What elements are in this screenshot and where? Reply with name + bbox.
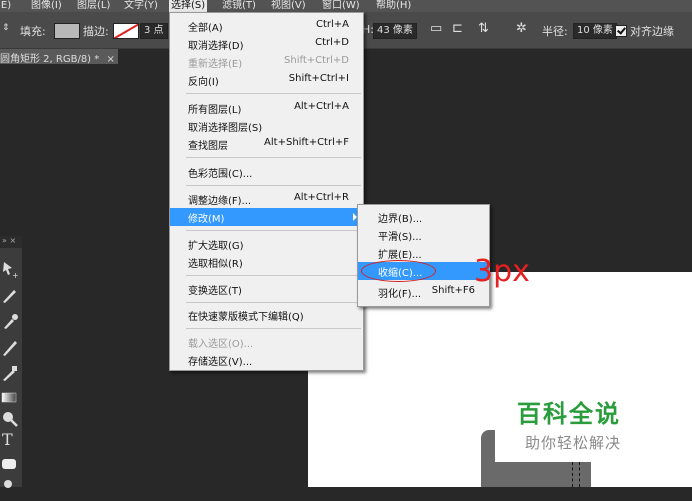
selection-marquee [572, 462, 580, 487]
hand-tool-icon[interactable] [0, 476, 20, 498]
menu-item-similar[interactable]: 选取相似(R) [170, 253, 363, 271]
menu-item-grow[interactable]: 扩大选取(G) [170, 235, 363, 253]
pencil-tool-icon[interactable] [0, 336, 20, 358]
menu-item-color-range[interactable]: 色彩范围(C)... [170, 163, 363, 181]
align-edges-checkbox[interactable] [615, 25, 627, 37]
menu-separator [186, 302, 361, 303]
stroke-label: 描边: [83, 25, 109, 38]
submenu-item-feather[interactable]: 羽化(F)... Shift+F6 [358, 283, 489, 301]
menu-separator [186, 275, 361, 276]
arrange-icon[interactable]: ⇅ [478, 21, 489, 36]
menu-item-load-selection[interactable]: 载入选区(O)... [170, 333, 363, 351]
shape-tool-icon[interactable] [0, 454, 20, 476]
document-title: 圆角矩形 2, RGB/8) * × [0, 54, 115, 65]
modify-submenu: 边界(B)... 平滑(S)... 扩展(E)... 收缩(C)... 羽化(F… [357, 204, 490, 307]
menu-filter[interactable]: 滤镜(T) [222, 0, 256, 12]
stroke-width-input[interactable]: 3 点 [140, 23, 168, 39]
menu-separator [186, 185, 361, 186]
watermark: 百科全说 助你轻松解决 [495, 392, 655, 462]
brush-tool-icon[interactable] [0, 284, 20, 306]
close-icon[interactable]: × [106, 54, 114, 65]
menu-separator [186, 93, 361, 94]
document-tab[interactable]: 圆角矩形 2, RGB/8) * × [0, 49, 118, 65]
menu-separator [186, 230, 361, 231]
align-edges-label: 对齐边缘 [630, 25, 674, 38]
path-ops-icon[interactable]: ▭ [430, 21, 442, 36]
menu-image[interactable]: 图像(I) [31, 0, 62, 12]
menu-item-quick-mask[interactable]: 在快速蒙版模式下编辑(Q) [170, 306, 363, 324]
stamp-tool-icon[interactable] [0, 362, 20, 384]
watermark-subtitle: 助你轻松解决 [525, 434, 622, 452]
menu-separator [186, 328, 361, 329]
gear-icon[interactable]: ✲ [516, 21, 527, 36]
radius-label: 半径: [542, 25, 568, 38]
menu-item-find-layers[interactable]: 查找图层 Alt+Shift+Ctrl+F [170, 135, 363, 153]
updown-icon[interactable]: ⇕ [2, 23, 10, 33]
menu-separator [186, 157, 361, 158]
radius-input[interactable]: 10 像素 [573, 23, 617, 39]
menu-window[interactable]: 窗口(W) [322, 0, 360, 12]
zoom-tool-icon[interactable] [0, 408, 20, 430]
submenu-item-border[interactable]: 边界(B)... [358, 208, 489, 226]
menu-item-reselect[interactable]: 重新选择(E) Shift+Ctrl+D [170, 53, 363, 71]
menu-item-select-all[interactable]: 全部(A) Ctrl+A [170, 17, 363, 35]
submenu-item-expand[interactable]: 扩展(E)... [358, 244, 489, 262]
menu-layer[interactable]: 图层(L) [77, 0, 110, 12]
corner-size-input[interactable]: 43 像素 [373, 23, 417, 39]
fill-label: 填充: [20, 25, 46, 38]
menu-bar: (E) 图像(I) 图层(L) 文字(Y) 选择(S) 滤镜(T) 视图(V) … [0, 0, 692, 12]
menu-item-deselect[interactable]: 取消选择(D) Ctrl+D [170, 35, 363, 53]
menu-select[interactable]: 选择(S) [169, 0, 208, 12]
move-tool-icon[interactable]: + [0, 258, 20, 280]
submenu-item-smooth[interactable]: 平滑(S)... [358, 226, 489, 244]
menu-type[interactable]: 文字(Y) [124, 0, 158, 12]
type-tool-icon[interactable]: T [0, 430, 20, 452]
fill-swatch[interactable] [54, 23, 80, 39]
menu-item-inverse[interactable]: 反向(I) Shift+Ctrl+I [170, 71, 363, 89]
menu-item-modify[interactable]: 修改(M) [170, 208, 363, 226]
highlight-circle [361, 260, 436, 282]
panel-header[interactable]: » × [0, 236, 22, 248]
menu-edit[interactable]: (E) [0, 0, 11, 12]
gradient-tool-icon[interactable] [0, 386, 20, 408]
tools-panel: » × + T [0, 236, 22, 488]
select-menu-dropdown: 全部(A) Ctrl+A 取消选择(D) Ctrl+D 重新选择(E) Shift+C… [169, 12, 364, 371]
stroke-swatch[interactable] [113, 23, 139, 39]
eyedropper-icon[interactable] [0, 310, 20, 332]
watermark-title: 百科全说 [517, 400, 621, 428]
menu-item-save-selection[interactable]: 存储选区(V)... [170, 351, 363, 369]
menu-help[interactable]: 帮助(H) [376, 0, 411, 12]
annotation-text: 3px [474, 254, 530, 289]
menu-item-deselect-layers[interactable]: 取消选择图层(S) [170, 117, 363, 135]
menu-item-refine-edge[interactable]: 调整边缘(F)... Alt+Ctrl+R [170, 190, 363, 208]
align-icon[interactable]: ⊏ [452, 21, 463, 36]
menu-view[interactable]: 视图(V) [271, 0, 306, 12]
svg-text:+: + [12, 271, 19, 280]
menu-item-all-layers[interactable]: 所有图层(L) Alt+Ctrl+A [170, 99, 363, 117]
menu-item-transform-selection[interactable]: 变换选区(T) [170, 280, 363, 298]
